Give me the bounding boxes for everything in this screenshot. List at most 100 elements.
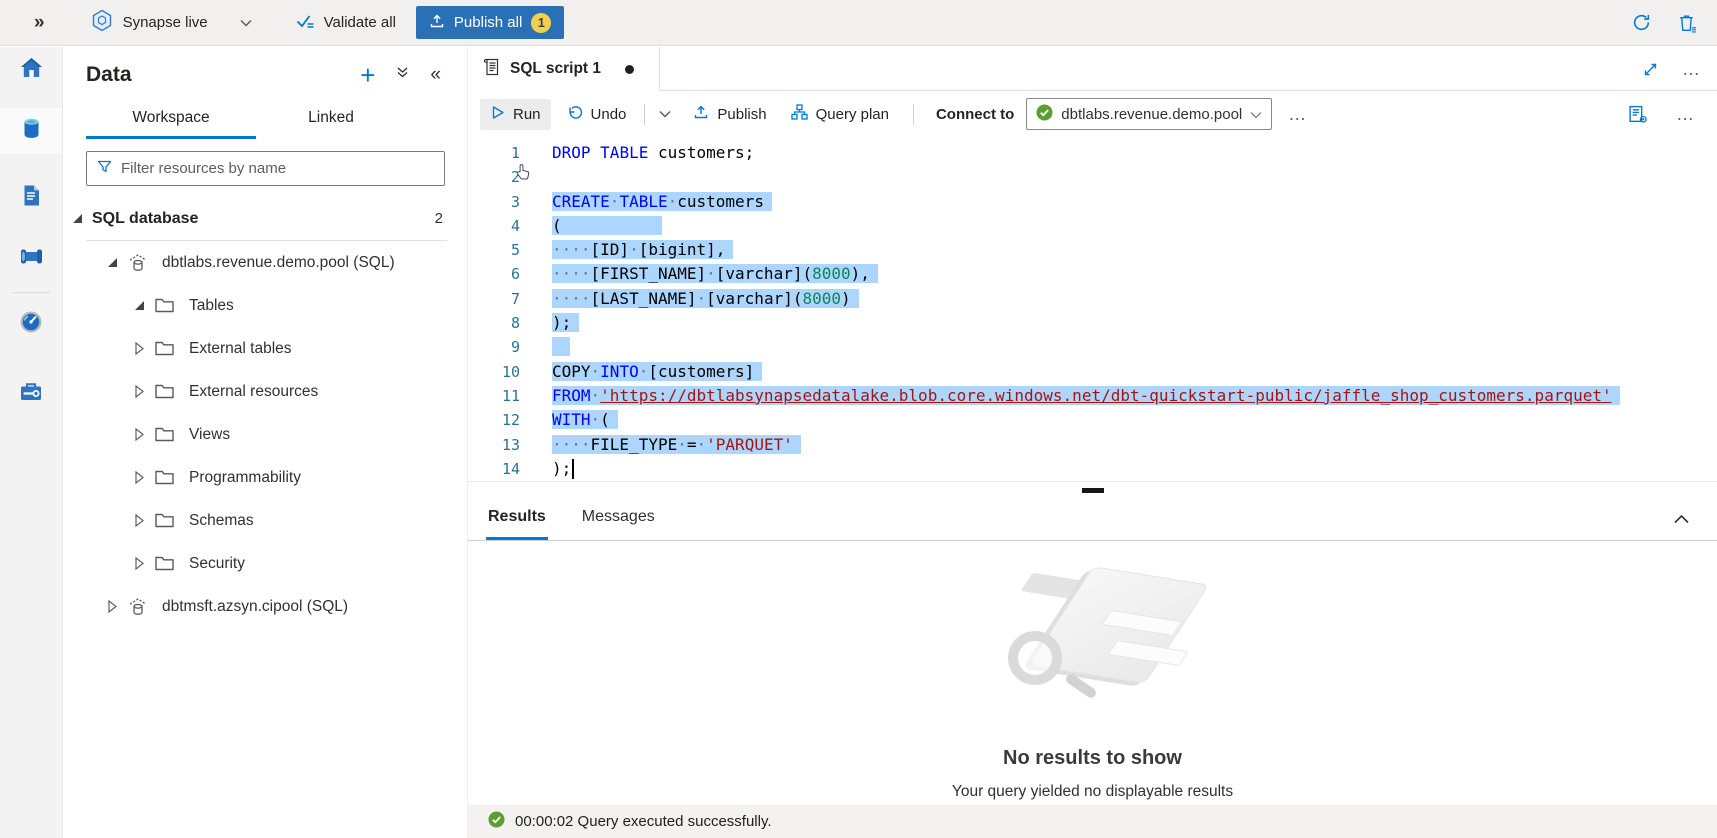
tree-item[interactable]: dbtmsft.azsyn.cipool (SQL) bbox=[64, 585, 467, 628]
code-line[interactable]: 11FROM·'https://dbtlabsynapsedatalake.bl… bbox=[468, 384, 1717, 408]
folder-icon bbox=[154, 556, 175, 571]
collapsed-toggle-icon[interactable] bbox=[132, 557, 146, 570]
code-line[interactable]: 5 ····[ID]·[bigint], bbox=[468, 238, 1717, 262]
tree-item[interactable]: dbtlabs.revenue.demo.pool (SQL) bbox=[64, 241, 467, 284]
nav-develop[interactable] bbox=[0, 175, 62, 221]
synapse-live-selector[interactable]: Synapse live bbox=[91, 9, 252, 37]
undo-button[interactable]: Undo bbox=[557, 99, 637, 130]
collapsed-toggle-icon[interactable] bbox=[132, 428, 146, 441]
code-line[interactable]: 14); bbox=[468, 457, 1717, 481]
folder-icon bbox=[154, 384, 175, 399]
splitter-drag-handle[interactable] bbox=[1082, 488, 1104, 493]
code-line[interactable]: 10COPY·INTO·[customers] bbox=[468, 360, 1717, 384]
tree-item[interactable]: Programmability bbox=[64, 456, 467, 499]
validate-all-label: Validate all bbox=[324, 14, 396, 31]
add-resource-icon[interactable]: + bbox=[360, 65, 375, 85]
query-status-bar: 00:00:02 Query executed successfully. bbox=[468, 805, 1717, 838]
query-plan-button[interactable]: Query plan bbox=[781, 98, 899, 130]
nav-monitor[interactable] bbox=[0, 301, 62, 347]
code-line[interactable]: 12WITH·( bbox=[468, 408, 1717, 432]
expand-nav-icon[interactable]: » bbox=[34, 12, 45, 34]
pool-selector[interactable]: dbtlabs.revenue.demo.pool bbox=[1026, 98, 1272, 130]
manage-toolbox-icon bbox=[20, 382, 42, 406]
nav-data[interactable] bbox=[0, 108, 62, 154]
nav-manage[interactable] bbox=[0, 371, 62, 417]
refresh-icon[interactable] bbox=[1631, 12, 1652, 33]
sql-code-editor[interactable]: 1DROP TABLE customers;23CREATE·TABLE·cus… bbox=[468, 137, 1717, 482]
tree-item[interactable]: External tables bbox=[64, 327, 467, 370]
sql-pool-icon bbox=[127, 598, 148, 616]
magnifier-icon bbox=[1008, 631, 1062, 685]
publish-button[interactable]: Publish bbox=[683, 98, 776, 130]
code-line[interactable]: 6····[FIRST_NAME]·[varchar](8000), bbox=[468, 262, 1717, 286]
code-line[interactable]: 2 bbox=[468, 165, 1717, 189]
tree-item[interactable]: SQL database2 bbox=[64, 197, 467, 240]
tree-item[interactable]: External resources bbox=[64, 370, 467, 413]
script-toolbar: Run Undo Publish Query plan Connect to d… bbox=[468, 91, 1717, 137]
text-caret bbox=[572, 459, 574, 479]
tab-workspace[interactable]: Workspace bbox=[86, 101, 256, 139]
connect-more-icon[interactable]: … bbox=[1288, 109, 1307, 119]
selection-highlight: FROM·'https://dbtlabsynapsedatalake.blob… bbox=[552, 386, 1620, 405]
code-line[interactable]: 13····FILE_TYPE·=·'PARQUET' bbox=[468, 433, 1717, 457]
code-line[interactable]: 9 bbox=[468, 335, 1717, 359]
tree-item[interactable]: Schemas bbox=[64, 499, 467, 542]
collapsed-toggle-icon[interactable] bbox=[132, 342, 146, 355]
tab-sql-script-1[interactable]: SQL script 1 bbox=[474, 47, 660, 91]
line-number: 9 bbox=[468, 335, 520, 359]
collapse-all-icon[interactable] bbox=[396, 66, 409, 84]
line-number: 12 bbox=[468, 408, 520, 432]
selection-highlight: ····[ID]·[bigint], bbox=[552, 240, 733, 259]
tree-item-label: External resources bbox=[189, 383, 318, 401]
code-line[interactable]: 3CREATE·TABLE·customers bbox=[468, 190, 1717, 214]
line-number: 4 bbox=[468, 214, 520, 238]
publish-all-button[interactable]: Publish all 1 bbox=[416, 6, 564, 39]
home-icon bbox=[20, 57, 43, 83]
line-number: 8 bbox=[468, 311, 520, 335]
tab-results[interactable]: Results bbox=[486, 508, 548, 540]
discard-all-icon[interactable] bbox=[1678, 13, 1697, 33]
tab-more-icon[interactable]: … bbox=[1682, 64, 1701, 74]
expanded-toggle-icon[interactable] bbox=[132, 301, 146, 310]
query-plan-label: Query plan bbox=[816, 106, 889, 123]
run-button[interactable]: Run bbox=[480, 99, 551, 130]
tree-item[interactable]: Security bbox=[64, 542, 467, 585]
code-line[interactable]: 1DROP TABLE customers; bbox=[468, 141, 1717, 165]
selection-highlight: ····FILE_TYPE·=·'PARQUET' bbox=[552, 435, 801, 454]
expanded-toggle-icon[interactable] bbox=[70, 214, 84, 223]
collapsed-toggle-icon[interactable] bbox=[105, 600, 119, 613]
panel-title: Data bbox=[86, 63, 132, 87]
selection-highlight: ); bbox=[552, 313, 579, 332]
validate-all-button[interactable]: Validate all bbox=[296, 13, 396, 33]
code-line[interactable]: 4( bbox=[468, 214, 1717, 238]
properties-icon[interactable] bbox=[1628, 105, 1648, 124]
filter-funnel-icon bbox=[97, 159, 112, 179]
empty-results-title: No results to show bbox=[1003, 747, 1182, 770]
collapse-results-icon[interactable] bbox=[1674, 511, 1689, 529]
undo-dropdown-icon[interactable] bbox=[653, 110, 677, 118]
nav-home[interactable] bbox=[0, 47, 62, 93]
collapsed-toggle-icon[interactable] bbox=[132, 514, 146, 527]
expanded-toggle-icon[interactable] bbox=[105, 258, 119, 267]
tree-item[interactable]: Tables bbox=[64, 284, 467, 327]
collapsed-toggle-icon[interactable] bbox=[132, 471, 146, 484]
code-text: DROP TABLE customers; bbox=[552, 141, 754, 165]
expand-editor-icon[interactable] bbox=[1643, 62, 1658, 77]
nav-integrate[interactable] bbox=[0, 236, 62, 282]
monitor-gauge-icon bbox=[20, 311, 42, 338]
tab-linked[interactable]: Linked bbox=[256, 101, 406, 139]
tree-item[interactable]: Views bbox=[64, 413, 467, 456]
sql-pool-icon bbox=[127, 254, 148, 272]
filter-input[interactable] bbox=[121, 160, 434, 177]
toolbar-more-icon[interactable]: … bbox=[1676, 109, 1695, 119]
code-line[interactable]: 8); bbox=[468, 311, 1717, 335]
toolbar-separator bbox=[644, 104, 645, 125]
results-splitter bbox=[468, 482, 1717, 498]
code-line[interactable]: 7····[LAST_NAME]·[varchar](8000) bbox=[468, 287, 1717, 311]
results-tab-bar: Results Messages bbox=[468, 498, 1717, 541]
collapse-panel-icon[interactable]: « bbox=[430, 64, 441, 86]
code-text: ); bbox=[552, 457, 574, 481]
line-number: 5 bbox=[468, 238, 520, 262]
tab-messages[interactable]: Messages bbox=[580, 508, 657, 540]
collapsed-toggle-icon[interactable] bbox=[132, 385, 146, 398]
